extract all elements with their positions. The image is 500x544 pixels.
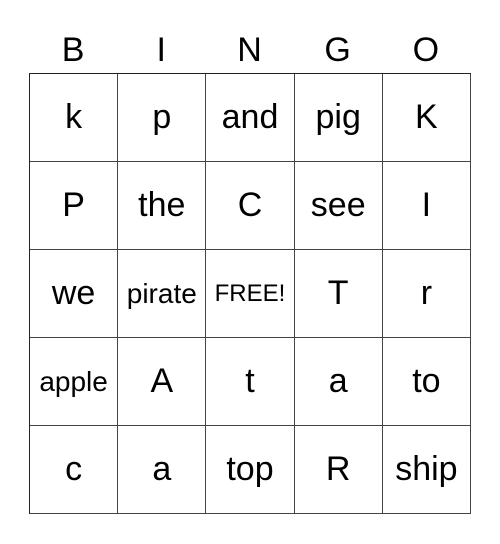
- bingo-cell[interactable]: K: [382, 74, 471, 162]
- bingo-cell[interactable]: the: [118, 162, 207, 250]
- bingo-cell[interactable]: top: [206, 426, 295, 514]
- bingo-cell[interactable]: ship: [382, 426, 471, 514]
- bingo-cell[interactable]: R: [294, 426, 383, 514]
- header-letter-o: O: [412, 31, 440, 69]
- bingo-cell[interactable]: c: [30, 426, 119, 514]
- bingo-cell[interactable]: C: [206, 162, 295, 250]
- free-space-cell[interactable]: FREE!: [206, 250, 295, 338]
- bingo-cell[interactable]: we: [30, 250, 119, 338]
- header-letter-g: G: [324, 31, 351, 69]
- bingo-card-grid: k p and pig K P the C see I we pirate FR…: [29, 73, 471, 514]
- header-letter-n: N: [237, 31, 262, 69]
- bingo-cell[interactable]: A: [118, 338, 207, 426]
- bingo-cell[interactable]: t: [206, 338, 295, 426]
- bingo-cell[interactable]: r: [382, 250, 471, 338]
- bingo-cell[interactable]: pirate: [118, 250, 207, 338]
- bingo-cell[interactable]: see: [294, 162, 383, 250]
- header-letter-i: I: [156, 31, 166, 69]
- bingo-cell[interactable]: k: [30, 74, 119, 162]
- bingo-cell[interactable]: apple: [30, 338, 119, 426]
- header-letter-b: B: [61, 31, 85, 69]
- bingo-cell[interactable]: to: [382, 338, 471, 426]
- bingo-cell[interactable]: P: [30, 162, 119, 250]
- bingo-cell[interactable]: I: [382, 162, 471, 250]
- bingo-cell[interactable]: a: [118, 426, 207, 514]
- bingo-header: B I N G O: [29, 28, 471, 73]
- bingo-cell[interactable]: T: [294, 250, 383, 338]
- bingo-cell[interactable]: and: [206, 74, 295, 162]
- bingo-cell[interactable]: pig: [294, 74, 383, 162]
- bingo-cell[interactable]: p: [118, 74, 207, 162]
- bingo-cell[interactable]: a: [294, 338, 383, 426]
